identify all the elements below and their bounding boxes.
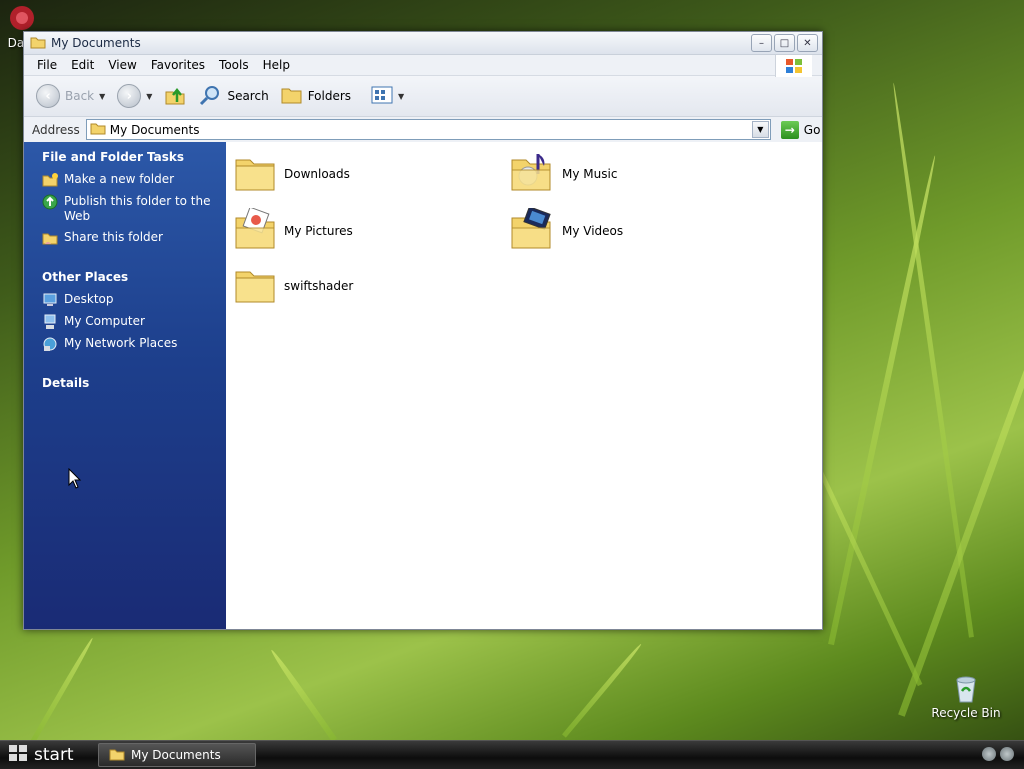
folders-icon [281,85,303,108]
tray-network-icon[interactable] [982,747,996,761]
address-bar: Address My Documents ▼ → Go [24,117,822,143]
go-button[interactable]: → Go [780,120,821,139]
menu-favorites[interactable]: Favorites [144,58,212,72]
file-tasks-title[interactable]: File and Folder Tasks [24,150,226,164]
menu-help[interactable]: Help [256,58,297,72]
taskbar-window-button[interactable]: My Documents [98,743,256,767]
forward-button[interactable]: › ▼ [113,82,156,110]
data-icon [6,2,38,34]
menu-view[interactable]: View [101,58,143,72]
folder-label: Downloads [284,166,350,181]
views-button[interactable]: ▼ [367,83,408,110]
minimize-button[interactable]: – [751,34,772,52]
task-pane: File and Folder Tasks Make a new folder … [24,142,226,629]
folder-icon [234,152,276,195]
tray-update-icon[interactable] [1000,747,1014,761]
pictures-folder-icon [234,206,276,253]
up-folder-button[interactable] [160,82,190,111]
folder-item-downloads[interactable]: Downloads [234,152,350,195]
windows-logo-icon [8,744,28,767]
task-make-new-folder[interactable]: Make a new folder [24,172,226,188]
taskbar-window-label: My Documents [131,748,221,762]
folder-item-my-videos[interactable]: My Videos [510,206,624,253]
menu-bar: File Edit View Favorites Tools Help [24,55,822,77]
network-icon [42,336,58,352]
address-value: My Documents [109,122,200,137]
folder-item-my-music[interactable]: My Music [510,152,617,195]
go-arrow-icon: → [780,120,799,139]
task-publish-folder[interactable]: Publish this folder to the Web [24,194,226,224]
up-folder-icon [164,84,186,109]
back-label: Back [65,89,95,103]
folder-icon [109,747,125,764]
task-label: Publish this folder to the Web [64,194,211,223]
maximize-button[interactable]: □ [774,34,795,52]
place-my-computer[interactable]: My Computer [24,314,226,330]
other-places-title[interactable]: Other Places [24,270,226,284]
publish-web-icon [42,194,58,210]
task-label: Share this folder [64,230,163,244]
place-label: Desktop [64,292,114,306]
folder-label: My Videos [562,223,624,238]
menu-edit[interactable]: Edit [64,58,101,72]
back-button[interactable]: ‹ Back ▼ [32,82,109,110]
toolbar: ‹ Back ▼ › ▼ Search Folders ▼ [24,76,822,117]
folder-label: My Pictures [284,223,353,238]
folder-icon [90,121,106,138]
search-icon [198,84,222,109]
desktop-icon-label: Recycle Bin [931,706,1001,720]
desktop-icon [42,292,58,308]
search-button[interactable]: Search [194,82,272,111]
title-bar[interactable]: My Documents – □ ✕ [24,32,822,55]
folder-item-swiftshader[interactable]: swiftshader [234,264,353,307]
menu-tools[interactable]: Tools [212,58,256,72]
menu-file[interactable]: File [30,58,64,72]
back-arrow-icon: ‹ [36,84,60,108]
folder-view: Downloads My Music My Pictures My Videos… [226,142,822,629]
chevron-down-icon: ▼ [99,91,106,101]
chevron-down-icon: ▼ [146,91,153,101]
folder-label: My Music [562,166,618,181]
address-dropdown-button[interactable]: ▼ [751,121,769,138]
mouse-cursor-icon [68,467,82,493]
recycle-bin-icon [950,672,982,704]
computer-icon [42,314,58,330]
folder-icon [234,264,276,307]
start-button[interactable]: start [0,741,96,769]
address-label: Address [32,122,80,137]
search-label: Search [227,89,269,103]
explorer-window: My Documents – □ ✕ File Edit View Favori… [23,31,823,630]
views-icon [371,85,393,108]
start-label: start [34,745,74,765]
system-tray [982,747,1014,761]
music-folder-icon [510,152,554,195]
place-desktop[interactable]: Desktop [24,292,226,308]
folders-button[interactable]: Folders [277,83,355,110]
share-folder-icon [42,230,58,246]
windows-logo-icon [775,55,812,77]
chevron-down-icon: ▼ [398,91,405,101]
task-share-folder[interactable]: Share this folder [24,230,226,246]
close-button[interactable]: ✕ [797,34,818,52]
folder-label: swiftshader [284,278,354,293]
task-label: Make a new folder [64,172,175,186]
details-title[interactable]: Details [24,376,226,390]
place-network[interactable]: My Network Places [24,336,226,352]
address-input[interactable]: My Documents ▼ [85,119,771,140]
new-folder-icon [42,172,58,188]
taskbar: start My Documents [0,740,1024,769]
place-label: My Computer [64,314,145,328]
folder-icon [30,35,46,52]
folder-item-my-pictures[interactable]: My Pictures [234,206,353,253]
folders-label: Folders [307,89,352,103]
window-title: My Documents [51,36,141,50]
forward-arrow-icon: › [117,84,142,108]
place-label: My Network Places [64,336,178,350]
desktop-icon-recycle-bin[interactable]: Recycle Bin [930,672,1002,720]
videos-folder-icon [510,206,554,253]
go-label: Go [803,122,821,137]
